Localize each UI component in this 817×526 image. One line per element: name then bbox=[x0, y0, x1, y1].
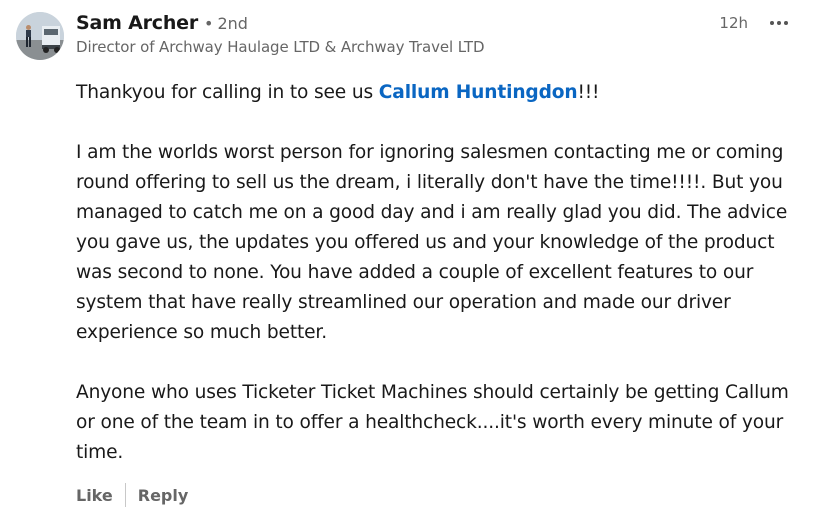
degree-label: 2nd bbox=[217, 14, 248, 33]
like-button[interactable]: Like bbox=[76, 486, 113, 505]
avatar[interactable] bbox=[16, 12, 64, 60]
comment-meta: 12h bbox=[719, 12, 791, 34]
mention-link[interactable]: Callum Huntingdon bbox=[379, 82, 578, 103]
ellipsis-icon[interactable] bbox=[767, 12, 791, 34]
connection-degree: • 2nd bbox=[204, 14, 248, 33]
author-line: Sam Archer • 2nd bbox=[76, 12, 801, 38]
comment-paragraph: Anyone who uses Ticketer Ticket Machines… bbox=[76, 382, 789, 463]
degree-separator: • bbox=[204, 14, 214, 33]
author-headline: Director of Archway Haulage LTD & Archwa… bbox=[76, 38, 485, 56]
comment-body: Thankyou for calling in to see us Callum… bbox=[76, 78, 806, 468]
reply-button[interactable]: Reply bbox=[138, 486, 189, 505]
divider bbox=[124, 483, 126, 507]
paragraph-text: Thankyou for calling in to see us bbox=[76, 82, 379, 103]
paragraph-text: !!! bbox=[577, 82, 600, 103]
comment-actions: Like Reply bbox=[76, 483, 188, 507]
timestamp: 12h bbox=[719, 14, 748, 32]
comment-paragraph: I am the worlds worst person for ignorin… bbox=[76, 142, 788, 343]
comment-header: Sam Archer • 2nd Director of Archway Haul… bbox=[76, 12, 801, 56]
author-name[interactable]: Sam Archer bbox=[76, 12, 198, 34]
comment-paragraph: Thankyou for calling in to see us Callum… bbox=[76, 78, 806, 108]
